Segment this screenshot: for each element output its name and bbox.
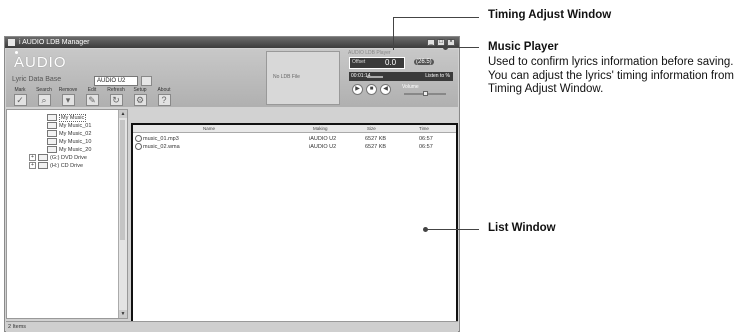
stop-icon[interactable]: ■ <box>366 84 377 95</box>
window-title: i AUDIO LDB Manager <box>19 39 90 46</box>
tree-item[interactable]: + (H:) CD Drive <box>29 162 83 169</box>
db-label: Lyric Data Base <box>12 76 62 83</box>
scroll-thumb[interactable] <box>120 120 125 240</box>
tree-item-label: (G:) DVD Drive <box>50 154 87 161</box>
tree-item-label: (H:) CD Drive <box>50 162 83 169</box>
lcd-text: No LDB File <box>273 74 300 80</box>
edit-button[interactable]: Edit ✎ <box>80 87 104 106</box>
lyrics-display: No LDB File <box>266 51 340 105</box>
col-size[interactable]: Size <box>367 125 376 132</box>
search-button[interactable]: Search ⌕ <box>32 87 56 106</box>
trash-icon: ▾ <box>61 94 75 106</box>
player-callout-dot <box>443 45 448 50</box>
timing-callout-line <box>393 17 479 18</box>
volume-knob[interactable] <box>423 91 428 96</box>
tree-item-label: My Music <box>59 113 87 122</box>
rewind-icon[interactable]: ◀ <box>380 84 391 95</box>
music-file-icon <box>135 143 142 151</box>
play-time: (26.5) <box>414 59 434 65</box>
music-player-label: Music Player <box>488 41 559 53</box>
expand-icon[interactable]: + <box>29 154 36 161</box>
music-player: AUDIO LDB Player Offset 0.0 (26.5) 00:01… <box>344 50 456 105</box>
timing-value: 0.0 <box>385 58 397 67</box>
minimize-button[interactable]: _ <box>427 39 435 46</box>
list-header: Name Making Size Time <box>133 125 456 133</box>
edit-icon: ✎ <box>85 94 99 106</box>
list-callout-dot <box>423 227 428 232</box>
volume-slider[interactable] <box>404 91 446 96</box>
sync-label: Listen to % <box>425 73 450 79</box>
remove-button[interactable]: Remove ▾ <box>56 87 80 106</box>
volume-label: Volume <box>402 84 419 90</box>
player-title: AUDIO LDB Player <box>348 50 391 56</box>
tree-item[interactable]: My Music_01 <box>47 122 91 129</box>
folder-icon <box>47 146 57 153</box>
app-icon <box>8 39 15 46</box>
folder-icon <box>47 114 57 121</box>
tree-item[interactable]: My Music_02 <box>47 130 91 137</box>
close-button[interactable]: × <box>447 39 455 46</box>
folder-icon <box>47 130 57 137</box>
search-icon: ⌕ <box>37 94 51 106</box>
music-player-description: Used to confirm lyrics information befor… <box>488 56 734 95</box>
timing-adjust-window[interactable]: Offset 0.0 <box>349 57 405 69</box>
setup-icon: ⚙ <box>133 94 147 106</box>
list-window-label: List Window <box>488 222 556 234</box>
expand-icon[interactable]: + <box>29 162 36 169</box>
tree-item-label: My Music_02 <box>59 130 92 137</box>
tree-item-label: My Music_20 <box>59 146 92 153</box>
col-time[interactable]: Time <box>419 125 429 132</box>
tree-item-label: My Music_10 <box>59 138 92 145</box>
folder-icon <box>47 138 57 145</box>
timing-label: Offset <box>352 59 366 65</box>
setup-button[interactable]: Setup ⚙ <box>128 87 152 106</box>
tree-scrollbar[interactable]: ▲ ▼ <box>118 110 127 318</box>
db-browse-button[interactable] <box>141 76 152 86</box>
progress-fill <box>367 76 383 78</box>
tree-item-label: My Music_01 <box>59 122 92 129</box>
timing-adjust-label: Timing Adjust Window <box>488 9 612 21</box>
list-window: Name Making Size Time music_01.mp3 iAUDI… <box>131 123 458 328</box>
col-making[interactable]: Making <box>313 125 328 132</box>
table-row[interactable]: music_02.wma iAUDIO U2 6527 KB 06:57 <box>133 143 456 151</box>
iaudio-logo: AUDIO <box>14 51 67 71</box>
progress-bar[interactable]: 00:01:14 Listen to % <box>349 72 453 81</box>
about-button[interactable]: About? <box>152 87 176 106</box>
folder-tree: ▲ ▼ My Music My Music_01 My Music_02 My Mus… <box>6 109 128 319</box>
status-bar: 2 Items <box>6 321 458 332</box>
tree-item[interactable]: My Music_10 <box>47 138 91 145</box>
scroll-down-icon[interactable]: ▼ <box>119 310 127 318</box>
title-bar[interactable]: i AUDIO LDB Manager _ □ × <box>5 37 459 48</box>
list-callout-line <box>425 229 479 230</box>
refresh-button[interactable]: Refresh ↻ <box>104 87 128 106</box>
about-icon: ? <box>157 94 171 106</box>
mark-button[interactable]: Mark ✓ <box>8 87 32 106</box>
player-callout-line <box>445 47 479 48</box>
status-text: 2 Items <box>8 324 27 330</box>
music-file-icon <box>135 135 142 143</box>
scroll-up-icon[interactable]: ▲ <box>119 110 127 118</box>
table-row[interactable]: music_01.mp3 iAUDIO U2 6527 KB 06:57 <box>133 135 456 143</box>
folder-icon <box>47 122 57 129</box>
top-panel: AUDIO Lyric Data Base AUDIO U2 Mark ✓ Sea… <box>6 49 458 107</box>
tree-item[interactable]: My Music_20 <box>47 146 91 153</box>
mark-icon: ✓ <box>13 94 27 106</box>
timing-callout-vline <box>393 17 394 50</box>
drive-icon <box>38 162 48 169</box>
play-icon[interactable]: ▶ <box>352 84 363 95</box>
app-window: i AUDIO LDB Manager _ □ × AUDIO Lyric Da… <box>4 36 460 332</box>
drive-icon <box>38 154 48 161</box>
tree-item[interactable]: My Music <box>47 113 87 122</box>
db-select[interactable]: AUDIO U2 <box>94 76 138 86</box>
tree-item[interactable]: + (G:) DVD Drive <box>29 154 87 161</box>
col-name[interactable]: Name <box>203 125 215 132</box>
refresh-icon: ↻ <box>109 94 123 106</box>
